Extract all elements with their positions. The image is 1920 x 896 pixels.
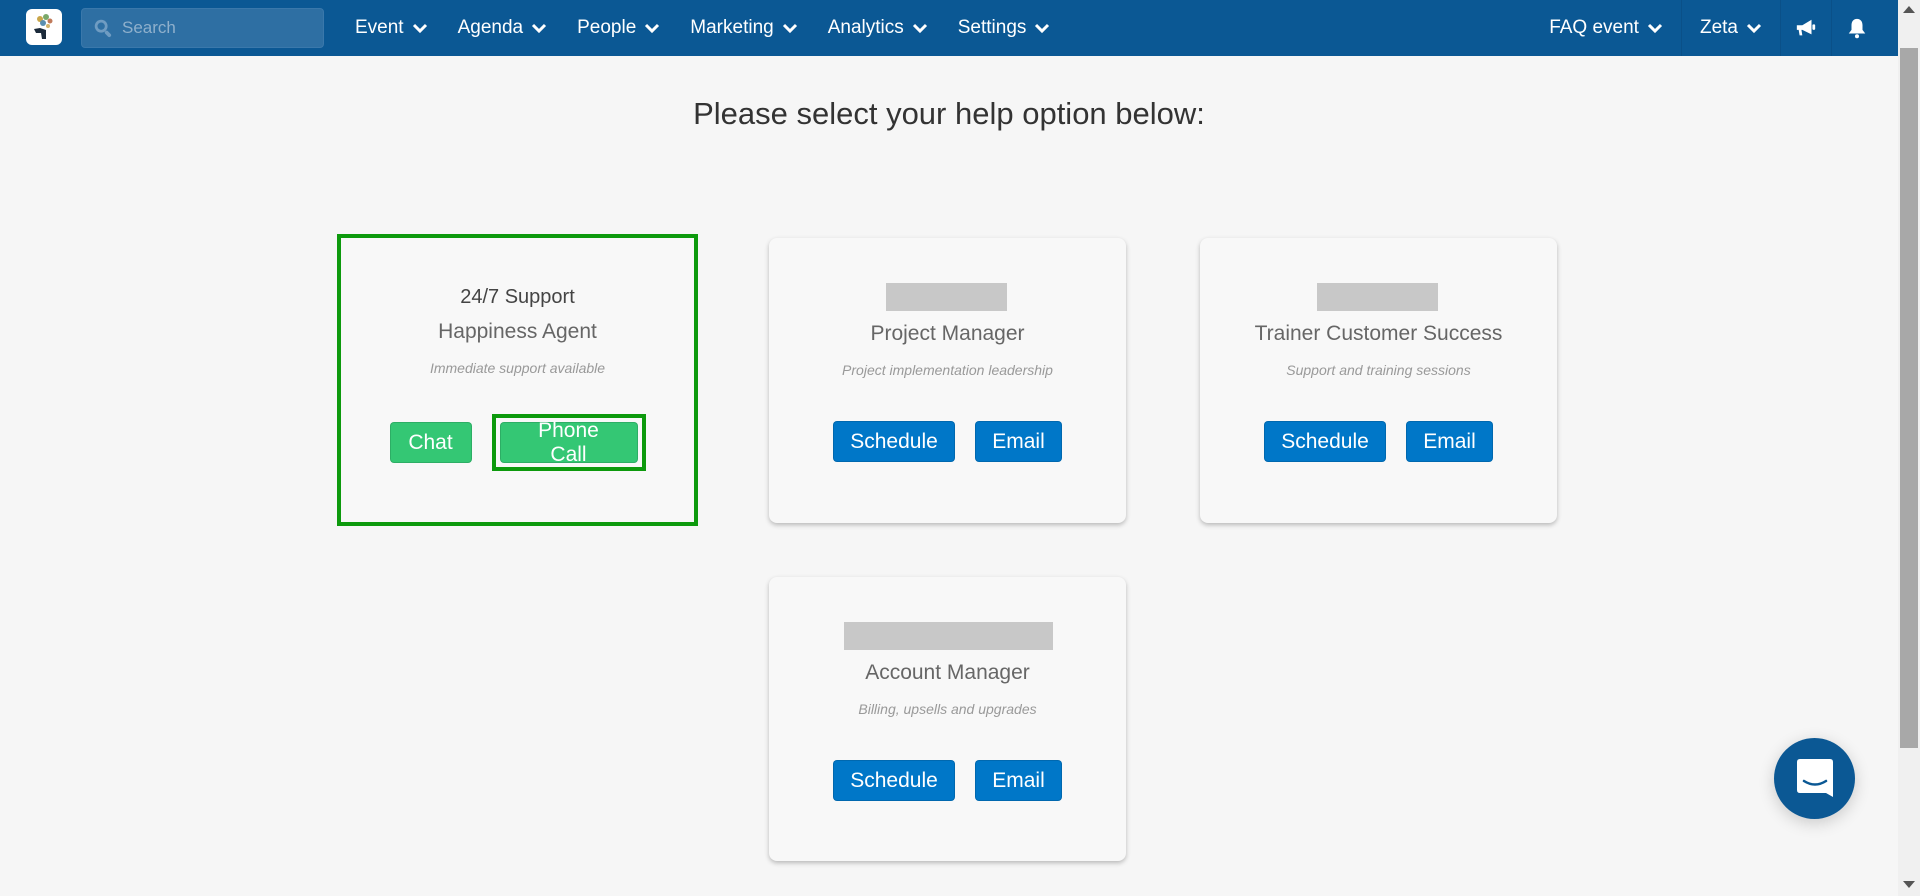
card-role: Trainer Customer Success [1254,322,1503,345]
scroll-thumb[interactable] [1900,48,1918,748]
user-menu[interactable]: Zeta [1680,0,1780,56]
announcements-button[interactable] [1780,0,1831,56]
card-actions: Schedule Email [769,760,1126,801]
chevron-down-icon [782,23,797,34]
card-actions: Schedule Email [769,421,1126,462]
card-description: Support and training sessions [1286,362,1471,378]
schedule-button[interactable]: Schedule [1264,421,1386,462]
nav-marketing[interactable]: Marketing [675,0,812,56]
phone-call-button[interactable]: Phone Call [499,419,638,466]
chevron-down-icon [1746,23,1762,34]
scroll-up-arrow-icon[interactable] [1903,6,1915,13]
schedule-button[interactable]: Schedule [833,421,955,462]
support-card-trainer-customer-success: Trainer Customer Success Support and tra… [1200,238,1557,523]
card-description: Billing, upsells and upgrades [858,701,1037,717]
redacted-name [886,283,1007,311]
nav-people-label: People [577,17,637,38]
support-card-account-manager: Account Manager Billing, upsells and upg… [769,577,1126,861]
nav-agenda-label: Agenda [457,17,524,38]
event-selector[interactable]: FAQ event [1531,0,1681,56]
chat-bubble-icon [1796,758,1833,797]
nav-people[interactable]: People [562,0,675,56]
card-heading: 24/7 Support [460,286,575,308]
card-role: Project Manager [870,322,1025,345]
chevron-down-icon [412,23,427,34]
search-input[interactable] [122,18,312,38]
top-navbar: Event Agenda People Marketing Analytics … [0,0,1898,56]
search-box[interactable] [81,8,324,48]
redacted-name [844,622,1053,650]
redacted-name [1317,283,1438,311]
schedule-button[interactable]: Schedule [833,760,955,801]
scroll-down-arrow-icon[interactable] [1903,881,1915,888]
nav-settings[interactable]: Settings [943,0,1066,56]
logo-icon [34,14,53,39]
nav-settings-label: Settings [957,17,1027,38]
chevron-down-icon [1647,23,1663,34]
search-icon [94,19,112,38]
support-card-project-manager: Project Manager Project implementation l… [769,238,1126,523]
card-description: Project implementation leadership [842,362,1053,378]
nav-event[interactable]: Event [340,0,443,56]
email-button[interactable]: Email [975,421,1062,462]
card-actions: Schedule Email [1200,421,1557,462]
chevron-down-icon [912,23,927,34]
chevron-down-icon [645,23,660,34]
app-logo[interactable] [26,9,62,45]
nav-right: FAQ event Zeta [1531,0,1882,56]
user-menu-label: Zeta [1699,17,1738,38]
phone-call-highlight: Phone Call [491,414,646,471]
email-button[interactable]: Email [1406,421,1493,462]
nav-analytics[interactable]: Analytics [813,0,943,56]
event-selector-label: FAQ event [1549,17,1639,38]
card-actions: Chat Phone Call [341,414,694,471]
page-title: Please select your help option below: [693,96,1205,131]
megaphone-icon [1796,19,1816,36]
page-scrollbar[interactable] [1898,0,1920,896]
card-description: Immediate support available [429,360,606,376]
notifications-button[interactable] [1831,0,1882,56]
chat-launcher-button[interactable] [1774,738,1855,819]
nav-event-label: Event [355,17,404,38]
chevron-down-icon [1035,23,1050,34]
card-role: Account Manager [865,661,1030,684]
bell-icon [1848,18,1866,39]
support-card-happiness-agent: 24/7 Support Happiness Agent Immediate s… [337,234,698,526]
nav-agenda[interactable]: Agenda [443,0,563,56]
nav-marketing-label: Marketing [690,17,774,38]
email-button[interactable]: Email [975,760,1062,801]
nav-analytics-label: Analytics [827,17,904,38]
card-role: Happiness Agent [438,320,597,343]
main-nav: Event Agenda People Marketing Analytics … [340,0,1065,56]
chevron-down-icon [532,23,547,34]
chat-button[interactable]: Chat [389,422,472,463]
